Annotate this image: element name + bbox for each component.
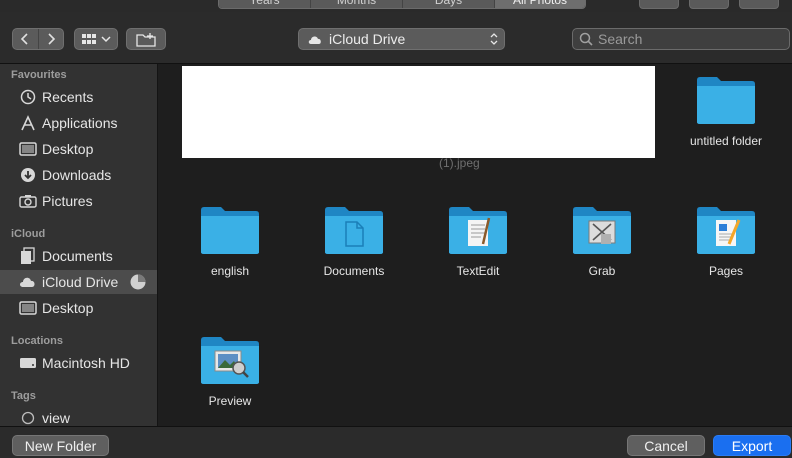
sidebar-item-label: Documents (42, 248, 113, 264)
sidebar-section-favourites: Favourites (11, 69, 67, 81)
new-folder-toolbar-button[interactable] (126, 28, 166, 50)
item-label: Preview (208, 394, 252, 408)
documents-icon (18, 247, 38, 265)
item-label: TextEdit (456, 264, 500, 278)
view-mode-button[interactable] (74, 28, 118, 50)
preview-folder-icon (201, 337, 259, 384)
sidebar-item-icloud-drive[interactable]: iCloud Drive (0, 270, 157, 294)
segment-days[interactable]: Days (403, 0, 495, 8)
desktop-icon (18, 140, 38, 158)
back-button[interactable] (13, 29, 39, 49)
sidebar-item-label: Desktop (42, 141, 94, 157)
sidebar-item-label: Downloads (42, 167, 112, 183)
folder-untitled-folder[interactable]: untitled folder (664, 74, 788, 148)
grab-folder-icon (573, 207, 631, 254)
sidebar-item-macintosh-hd[interactable]: Macintosh HD (0, 351, 157, 375)
documents-folder-icon (325, 207, 383, 254)
item-label: Grab (588, 264, 616, 278)
location-popup[interactable]: iCloud Drive (298, 28, 505, 50)
sidebar-item-icloud-desktop[interactable]: Desktop (0, 296, 157, 320)
updown-chevron-icon (490, 33, 498, 45)
dialog-toolbar: iCloud Drive (0, 12, 792, 64)
sidebar-item-applications[interactable]: Applications (0, 111, 157, 135)
cloud-icon (308, 35, 321, 44)
sidebar-item-label: Applications (42, 115, 118, 131)
sidebar-section-tags: Tags (11, 390, 36, 402)
chevron-down-icon (101, 36, 111, 43)
more-button[interactable] (739, 0, 779, 9)
hard-drive-icon (18, 354, 38, 372)
item-label: Documents (323, 264, 385, 278)
download-icon (18, 166, 38, 184)
new-folder-icon (136, 32, 156, 47)
search-field[interactable] (572, 28, 790, 50)
sidebar-item-recents[interactable]: Recents (0, 85, 157, 109)
applications-icon (18, 114, 38, 132)
file-name-label: (1).jpeg (439, 156, 480, 170)
search-icon (579, 32, 593, 46)
folder-english[interactable]: english (168, 204, 292, 278)
desktop-icon (18, 299, 38, 317)
pages-folder-icon (697, 207, 755, 254)
back-forward-buttons (12, 28, 64, 50)
camera-icon (18, 192, 38, 210)
clock-icon (18, 88, 38, 106)
sidebar-item-label: iCloud Drive (42, 274, 119, 290)
sidebar-item-tag-view[interactable]: view (0, 406, 157, 426)
image-file-preview[interactable] (182, 66, 655, 158)
chevron-left-icon (21, 33, 28, 45)
chevron-right-icon (48, 33, 55, 45)
folder-grab[interactable]: Grab (540, 204, 664, 278)
folder-icon (201, 207, 259, 254)
item-label: untitled folder (689, 134, 763, 148)
cancel-button[interactable]: Cancel (627, 435, 705, 456)
location-label: iCloud Drive (329, 31, 406, 47)
top-strip: Years Months Days All Photos (0, 0, 792, 12)
export-button[interactable]: Export (713, 435, 791, 456)
item-label: Pages (708, 264, 744, 278)
search-input[interactable] (598, 31, 778, 47)
tag-circle-icon (18, 409, 38, 426)
sidebar-item-downloads[interactable]: Downloads (0, 163, 157, 187)
info-button[interactable] (639, 0, 679, 9)
file-browser-content: (1).jpeg untitled folder english Documen… (159, 64, 792, 426)
photos-view-segmented-control[interactable]: Years Months Days All Photos (218, 0, 586, 9)
segment-years[interactable]: Years (219, 0, 311, 8)
sidebar: Favourites Recents Applications Desktop … (0, 64, 158, 426)
folder-icon (697, 77, 755, 124)
grid-icon (82, 34, 96, 44)
sidebar-item-pictures[interactable]: Pictures (0, 189, 157, 213)
sidebar-item-label: Desktop (42, 300, 94, 316)
segment-all-photos[interactable]: All Photos (495, 0, 585, 8)
sidebar-section-locations: Locations (11, 335, 63, 347)
sidebar-item-label: Macintosh HD (42, 355, 130, 371)
textedit-folder-icon (449, 207, 507, 254)
folder-textedit[interactable]: TextEdit (416, 204, 540, 278)
new-folder-button[interactable]: New Folder (12, 435, 109, 456)
folder-pages[interactable]: Pages (664, 204, 788, 278)
share-button[interactable] (689, 0, 729, 9)
sidebar-section-icloud: iCloud (11, 228, 46, 240)
sidebar-item-label: Pictures (42, 193, 93, 209)
sidebar-item-label: Recents (42, 89, 94, 105)
folder-documents[interactable]: Documents (292, 204, 416, 278)
segment-months[interactable]: Months (311, 0, 403, 8)
item-label: english (210, 264, 250, 278)
sidebar-item-documents[interactable]: Documents (0, 244, 157, 268)
folder-preview[interactable]: Preview (168, 334, 292, 408)
sidebar-item-label: view (42, 410, 71, 426)
cloud-icon (18, 273, 38, 291)
sidebar-item-desktop[interactable]: Desktop (0, 137, 157, 161)
dialog-footer: New Folder Cancel Export (0, 426, 792, 458)
icloud-storage-pie-icon (130, 274, 146, 290)
forward-button[interactable] (39, 29, 64, 49)
